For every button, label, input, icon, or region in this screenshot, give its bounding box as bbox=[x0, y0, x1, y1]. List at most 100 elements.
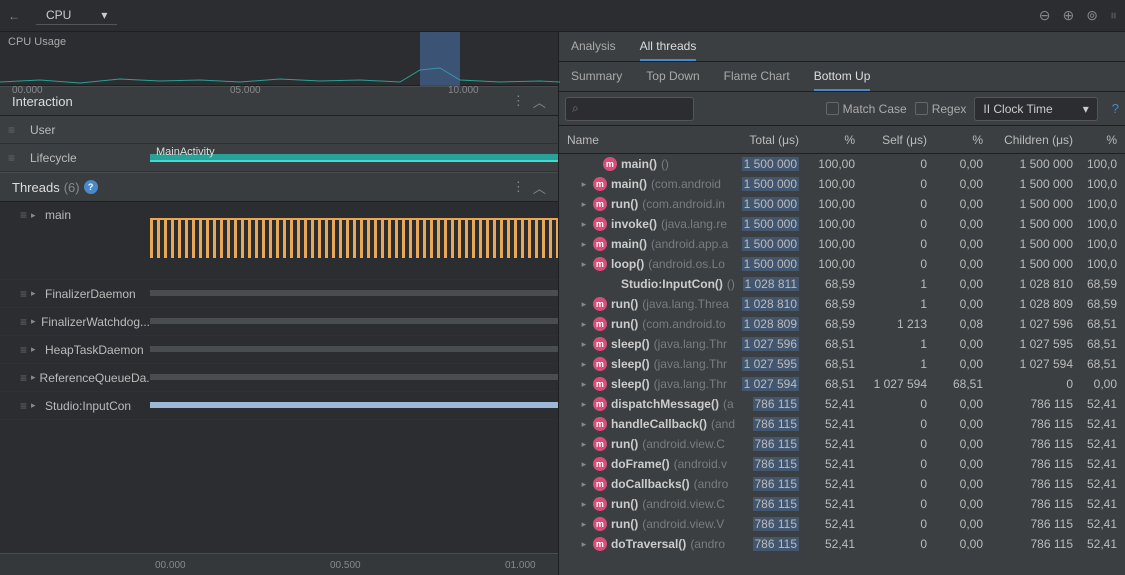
search-field[interactable] bbox=[583, 101, 688, 116]
expand-icon[interactable]: ▸ bbox=[579, 479, 589, 490]
table-row[interactable]: ▸msleep() (java.lang.Thr1 027 59668,5110… bbox=[559, 334, 1125, 354]
thread-chart[interactable] bbox=[150, 364, 558, 391]
thread-row[interactable]: ≡▸HeapTaskDaemon bbox=[0, 336, 558, 364]
table-row[interactable]: ▸mdoTraversal() (andro786 11552,4100,007… bbox=[559, 534, 1125, 554]
expand-icon[interactable]: ▸ bbox=[579, 339, 589, 350]
drag-handle-icon[interactable]: ≡ bbox=[20, 315, 27, 329]
expand-icon[interactable]: ▸ bbox=[579, 459, 589, 470]
subtab-flame-chart[interactable]: Flame Chart bbox=[724, 69, 790, 91]
table-row[interactable]: Studio:InputCon() ()1 028 81168,5910,001… bbox=[559, 274, 1125, 294]
info-badge-icon[interactable]: ? bbox=[84, 180, 98, 194]
table-row[interactable]: ▸mrun() (com.android.in1 500 000100,0000… bbox=[559, 194, 1125, 214]
expand-icon[interactable]: ▸ bbox=[579, 379, 589, 390]
table-row[interactable]: ▸mrun() (android.view.C786 11552,4100,00… bbox=[559, 434, 1125, 454]
expand-icon[interactable]: ▸ bbox=[579, 359, 589, 370]
table-row[interactable]: ▸mhandleCallback() (and786 11552,4100,00… bbox=[559, 414, 1125, 434]
match-case-checkbox[interactable]: Match Case bbox=[826, 102, 907, 116]
expand-icon[interactable]: ▸ bbox=[579, 499, 589, 510]
expand-icon[interactable]: ▸ bbox=[579, 419, 589, 430]
col-pct-header[interactable]: % bbox=[807, 133, 863, 147]
col-children-header[interactable]: Children (μs) bbox=[991, 133, 1081, 147]
collapse-icon[interactable]: ︿ bbox=[533, 92, 546, 111]
cpu-usage-section[interactable]: CPU Usage 00.000 05.000 10.000 bbox=[0, 32, 558, 86]
tab-all-threads[interactable]: All threads bbox=[640, 39, 697, 61]
zoom-out-icon[interactable]: ⊖ bbox=[1039, 7, 1051, 24]
regex-checkbox[interactable]: Regex bbox=[915, 102, 967, 116]
table-row[interactable]: ▸mmain() (com.android1 500 000100,0000,0… bbox=[559, 174, 1125, 194]
expand-icon[interactable]: ▸ bbox=[579, 259, 589, 270]
expand-icon[interactable]: ▸ bbox=[579, 219, 589, 230]
thread-row[interactable]: ≡▸FinalizerDaemon bbox=[0, 280, 558, 308]
pause-icon[interactable]: ⏸ bbox=[1110, 7, 1117, 24]
expand-icon[interactable]: ▸ bbox=[31, 288, 41, 299]
table-row[interactable]: ▸mmain() (android.app.a1 500 000100,0000… bbox=[559, 234, 1125, 254]
thread-chart[interactable] bbox=[150, 308, 558, 335]
table-row[interactable]: ▸mrun() (com.android.to1 028 80968,591 2… bbox=[559, 314, 1125, 334]
expand-icon[interactable]: ▸ bbox=[579, 519, 589, 530]
col-self-header[interactable]: Self (μs) bbox=[863, 133, 935, 147]
subtab-bottom-up[interactable]: Bottom Up bbox=[814, 69, 871, 91]
back-icon[interactable]: ← bbox=[8, 9, 24, 23]
expand-icon[interactable]: ▸ bbox=[579, 319, 589, 330]
drag-handle-icon[interactable]: ≡ bbox=[8, 151, 15, 165]
reset-zoom-icon[interactable]: ⊚ bbox=[1086, 7, 1098, 24]
table-row[interactable]: ▸minvoke() (java.lang.re1 500 000100,000… bbox=[559, 214, 1125, 234]
help-icon[interactable]: ? bbox=[1112, 101, 1119, 116]
selection-range[interactable] bbox=[420, 32, 460, 86]
thread-chart[interactable] bbox=[150, 280, 558, 307]
table-row[interactable]: ▸mrun() (android.view.V786 11552,4100,00… bbox=[559, 514, 1125, 534]
thread-chart[interactable] bbox=[150, 392, 558, 419]
profiler-dropdown[interactable]: CPU ▾ bbox=[36, 6, 117, 25]
table-row[interactable]: mmain() ()1 500 000100,0000,001 500 0001… bbox=[559, 154, 1125, 174]
expand-icon[interactable]: ▸ bbox=[31, 400, 41, 411]
table-row[interactable]: ▸mrun() (android.view.C786 11552,4100,00… bbox=[559, 494, 1125, 514]
subtab-summary[interactable]: Summary bbox=[571, 69, 622, 91]
search-input[interactable]: ⌕ bbox=[565, 97, 694, 121]
thread-row[interactable]: ≡▸ReferenceQueueDa... bbox=[0, 364, 558, 392]
thread-row[interactable]: ≡▸Studio:InputCon bbox=[0, 392, 558, 420]
table-row[interactable]: ▸msleep() (java.lang.Thr1 027 59468,511 … bbox=[559, 374, 1125, 394]
table-row[interactable]: ▸mdoCallbacks() (andro786 11552,4100,007… bbox=[559, 474, 1125, 494]
drag-handle-icon[interactable]: ≡ bbox=[20, 343, 27, 357]
cell-value: 786 115 bbox=[735, 517, 807, 531]
more-icon[interactable]: ⋮ bbox=[512, 179, 525, 195]
expand-icon[interactable]: ▸ bbox=[579, 439, 589, 450]
table-row[interactable]: ▸mloop() (android.os.Lo1 500 000100,0000… bbox=[559, 254, 1125, 274]
thread-chart[interactable] bbox=[150, 208, 558, 279]
drag-handle-icon[interactable]: ≡ bbox=[8, 123, 15, 137]
table-row[interactable]: ▸mdispatchMessage() (a786 11552,4100,007… bbox=[559, 394, 1125, 414]
expand-icon[interactable]: ▸ bbox=[579, 399, 589, 410]
thread-row[interactable]: ≡▸FinalizerWatchdog... bbox=[0, 308, 558, 336]
col-self-pct-header[interactable]: % bbox=[935, 133, 991, 147]
expand-icon[interactable]: ▸ bbox=[579, 299, 589, 310]
tab-analysis[interactable]: Analysis bbox=[571, 39, 616, 61]
drag-handle-icon[interactable]: ≡ bbox=[20, 399, 27, 413]
subtab-top-down[interactable]: Top Down bbox=[646, 69, 699, 91]
search-icon: ⌕ bbox=[572, 101, 579, 116]
expand-icon[interactable]: ▸ bbox=[579, 179, 589, 190]
expand-icon[interactable]: ▸ bbox=[579, 239, 589, 250]
expand-icon[interactable]: ▸ bbox=[579, 539, 589, 550]
table-row[interactable]: ▸msleep() (java.lang.Thr1 027 59568,5110… bbox=[559, 354, 1125, 374]
table-row[interactable]: ▸mrun() (java.lang.Threa1 028 81068,5910… bbox=[559, 294, 1125, 314]
expand-icon[interactable]: ▸ bbox=[579, 199, 589, 210]
zoom-in-icon[interactable]: ⊕ bbox=[1063, 7, 1075, 24]
table-body[interactable]: mmain() ()1 500 000100,0000,001 500 0001… bbox=[559, 154, 1125, 575]
collapse-icon[interactable]: ︿ bbox=[533, 178, 546, 197]
expand-icon[interactable]: ▸ bbox=[31, 210, 41, 221]
drag-handle-icon[interactable]: ≡ bbox=[20, 371, 27, 385]
drag-handle-icon[interactable]: ≡ bbox=[20, 287, 27, 301]
expand-icon[interactable]: ▸ bbox=[31, 372, 36, 383]
table-row[interactable]: ▸mdoFrame() (android.v786 11552,4100,007… bbox=[559, 454, 1125, 474]
clock-dropdown[interactable]: II Clock Time ▾ bbox=[974, 97, 1097, 121]
col-name-header[interactable]: Name bbox=[559, 133, 735, 147]
expand-icon[interactable]: ▸ bbox=[31, 316, 37, 327]
thread-chart[interactable] bbox=[150, 336, 558, 363]
more-icon[interactable]: ⋮ bbox=[512, 93, 525, 109]
col-total-header[interactable]: Total (μs) bbox=[735, 133, 807, 147]
thread-row[interactable]: ≡▸main bbox=[0, 202, 558, 280]
expand-icon[interactable]: ▸ bbox=[31, 344, 41, 355]
drag-handle-icon[interactable]: ≡ bbox=[20, 208, 27, 222]
cell-value: 1 028 811 bbox=[735, 277, 807, 291]
col-children-pct-header[interactable]: % bbox=[1081, 133, 1125, 147]
